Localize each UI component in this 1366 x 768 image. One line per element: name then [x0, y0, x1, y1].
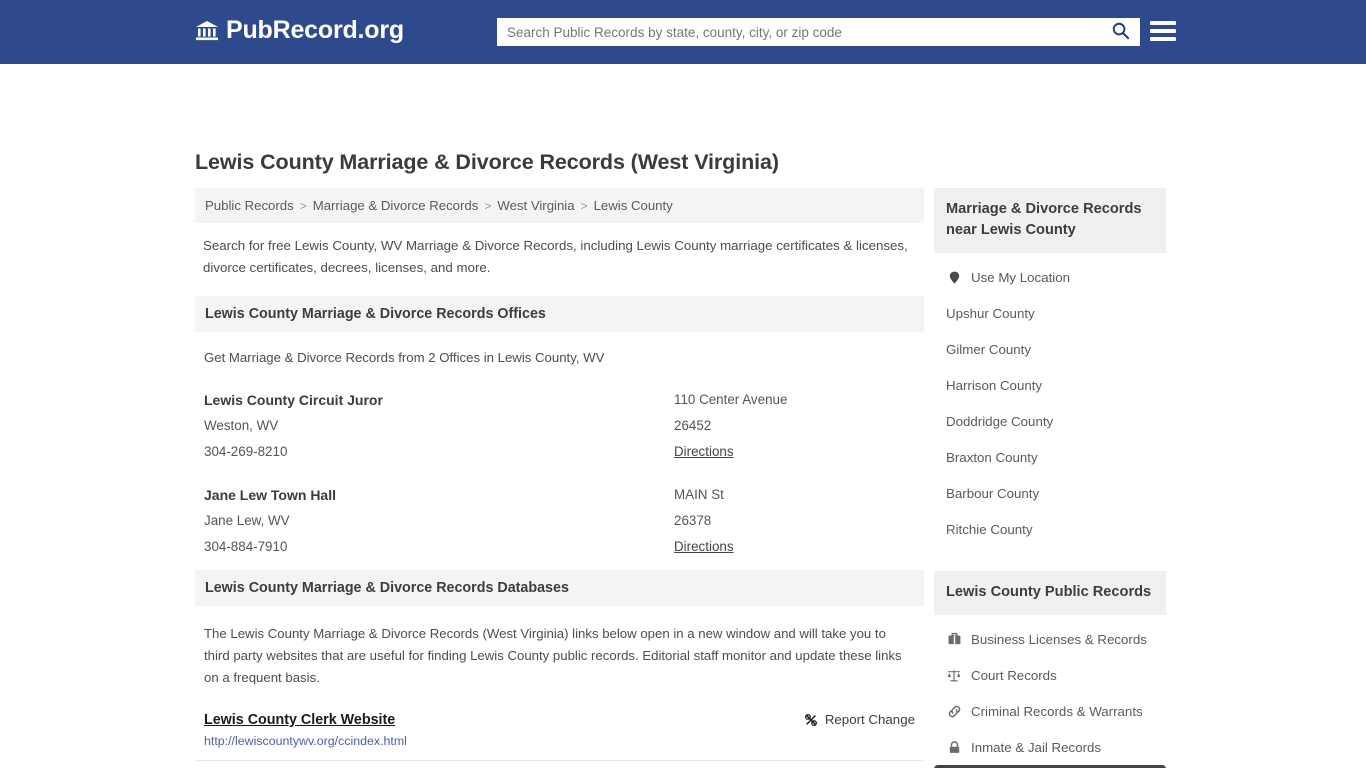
office-zip: 26378: [674, 513, 712, 528]
search-icon: [1111, 21, 1130, 43]
site-header: PubRecord.org: [0, 0, 1366, 64]
sidebar-item-label: Inmate & Jail Records: [971, 739, 1102, 755]
page-title: Lewis County Marriage & Divorce Records …: [195, 150, 779, 174]
office-city-state: Jane Lew, WV: [204, 513, 290, 528]
sidebar: Marriage & Divorce Records near Lewis Co…: [934, 188, 1166, 768]
bank-icon: [195, 20, 219, 42]
sidebar-item-harrison-county[interactable]: Harrison County: [934, 367, 1166, 403]
sidebar-item-label: Criminal Records & Warrants: [971, 703, 1143, 719]
sidebar-item-upshur-county[interactable]: Upshur County: [934, 295, 1166, 331]
breadcrumb-item-public-records[interactable]: Public Records: [205, 198, 294, 213]
sidebar-item-doddridge-county[interactable]: Doddridge County: [934, 403, 1166, 439]
office-details-left: Lewis County Circuit Juror Weston, WV 30…: [204, 387, 644, 465]
sidebar-item-label: Court Records: [971, 667, 1057, 683]
breadcrumb-item-marriage-divorce-records[interactable]: Marriage & Divorce Records: [313, 198, 479, 213]
database-link-row: Lewis County Clerk Website http://lewisc…: [195, 711, 924, 761]
lock-icon: [946, 739, 962, 755]
site-logo-text: PubRecord.org: [226, 16, 404, 44]
broken-link-icon: [804, 713, 818, 727]
sidebar-item-business-licenses-records[interactable]: Business Licenses & Records: [934, 621, 1166, 657]
hamburger-menu-icon[interactable]: [1150, 19, 1176, 43]
databases-section-intro: The Lewis County Marriage & Divorce Reco…: [204, 626, 902, 685]
sidebar-public-records-block: Lewis County Public Records Business Lic…: [934, 571, 1166, 768]
sidebar-item-label: Barbour County: [946, 485, 1040, 501]
breadcrumb-separator: >: [299, 198, 307, 213]
breadcrumb-item-lewis-county[interactable]: Lewis County: [594, 198, 673, 213]
office-phone: 304-884-7910: [204, 539, 288, 554]
office-row: Lewis County Circuit Juror Weston, WV 30…: [195, 387, 924, 459]
briefcase-icon: [946, 631, 962, 647]
sidebar-item-inmate-jail-records[interactable]: Inmate & Jail Records: [934, 729, 1166, 765]
sidebar-item-label: Harrison County: [946, 377, 1043, 393]
search-input[interactable]: [497, 19, 1100, 45]
sidebar-item-label: Braxton County: [946, 449, 1038, 465]
sidebar-item-label: Upshur County: [946, 305, 1035, 321]
map-pin-icon: [946, 269, 962, 285]
sidebar-item-label: Ritchie County: [946, 521, 1033, 537]
sidebar-item-ritchie-county[interactable]: Ritchie County: [934, 511, 1166, 547]
page-intro-text: Search for free Lewis County, WV Marriag…: [203, 238, 908, 275]
office-directions-link[interactable]: Directions: [674, 534, 734, 560]
sidebar-item-label: Doddridge County: [946, 413, 1054, 429]
report-change-button[interactable]: Report Change: [804, 712, 915, 727]
office-row: Jane Lew Town Hall Jane Lew, WV 304-884-…: [195, 482, 924, 554]
report-change-label: Report Change: [824, 712, 915, 727]
sidebar-item-barbour-county[interactable]: Barbour County: [934, 475, 1166, 511]
office-name: Lewis County Circuit Juror: [204, 392, 383, 408]
office-zip: 26452: [674, 418, 712, 433]
breadcrumb: Public Records > Marriage & Divorce Reco…: [195, 188, 924, 223]
site-logo-link[interactable]: PubRecord.org: [195, 18, 404, 43]
sidebar-item-label: Business Licenses & Records: [971, 631, 1147, 647]
office-directions-link[interactable]: Directions: [674, 439, 734, 465]
office-details-right: 110 Center Avenue 26452 Directions: [674, 387, 924, 465]
breadcrumb-separator: >: [580, 198, 588, 213]
page-body: Lewis County Marriage & Divorce Records …: [0, 64, 1366, 768]
office-street: 110 Center Avenue: [674, 392, 788, 407]
offices-section-heading: Lewis County Marriage & Divorce Records …: [195, 296, 924, 332]
database-link-title[interactable]: Lewis County Clerk Website: [204, 712, 395, 728]
sidebar-item-criminal-records-warrants[interactable]: Criminal Records & Warrants: [934, 693, 1166, 729]
sidebar-item-label: Use My Location: [971, 269, 1071, 285]
sidebar-item-braxton-county[interactable]: Braxton County: [934, 439, 1166, 475]
sidebar-item-court-records[interactable]: Court Records: [934, 657, 1166, 693]
office-name: Jane Lew Town Hall: [204, 487, 336, 503]
link-icon: [946, 703, 962, 719]
office-details-right: MAIN St 26378 Directions: [674, 482, 924, 560]
office-city-state: Weston, WV: [204, 418, 279, 433]
sidebar-public-records-list: Business Licenses & Records Court Record…: [934, 621, 1166, 768]
database-link-url[interactable]: http://lewiscountywv.org/ccindex.html: [204, 734, 915, 748]
office-street: MAIN St: [674, 487, 724, 502]
databases-section-heading: Lewis County Marriage & Divorce Records …: [195, 570, 924, 606]
offices-section-subtitle: Get Marriage & Divorce Records from 2 Of…: [204, 350, 605, 365]
sidebar-item-gilmer-county[interactable]: Gilmer County: [934, 331, 1166, 367]
sidebar-public-records-heading: Lewis County Public Records: [934, 571, 1166, 615]
search-bar: [497, 18, 1140, 46]
sidebar-item-use-my-location[interactable]: Use My Location: [934, 259, 1166, 295]
breadcrumb-separator: >: [484, 198, 492, 213]
sidebar-item-label: Gilmer County: [946, 341, 1031, 357]
office-details-left: Jane Lew Town Hall Jane Lew, WV 304-884-…: [204, 482, 644, 560]
search-button[interactable]: [1100, 18, 1140, 46]
breadcrumb-item-west-virginia[interactable]: West Virginia: [497, 198, 574, 213]
scales-icon: [946, 667, 962, 683]
sidebar-nearby-list: Use My Location Upshur County Gilmer Cou…: [934, 259, 1166, 547]
office-phone: 304-269-8210: [204, 444, 288, 459]
sidebar-nearby-heading: Marriage & Divorce Records near Lewis Co…: [934, 188, 1166, 253]
main-content: Public Records > Marriage & Divorce Reco…: [195, 188, 924, 768]
